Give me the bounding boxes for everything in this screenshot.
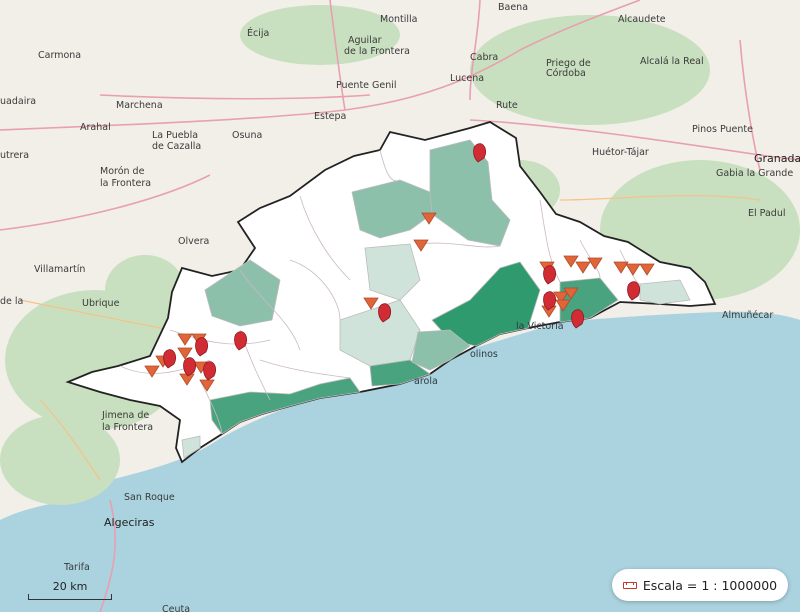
place-label: Alcalá la Real	[640, 56, 704, 67]
place-label: Olvera	[178, 236, 209, 247]
place-label: Osuna	[232, 130, 262, 141]
place-label: de la	[0, 296, 23, 307]
place-label: El Padul	[748, 208, 785, 219]
place-label: Carmona	[38, 50, 81, 61]
place-label: Pinos Puente	[692, 124, 753, 135]
place-label: Lucena	[450, 73, 484, 84]
scale-bar-line	[28, 594, 112, 600]
place-label: Rute	[496, 100, 518, 111]
scale-bar: 20 km	[28, 580, 112, 602]
place-label: San Roque	[124, 492, 175, 503]
place-label: Aguilar	[348, 35, 382, 46]
place-label: Almuñécar	[722, 310, 773, 321]
place-label: Morón de	[100, 166, 145, 177]
place-label: Villamartín	[34, 264, 85, 275]
place-label: Huétor-Tájar	[592, 147, 649, 158]
place-label: Montilla	[380, 14, 418, 25]
place-label: arola	[414, 376, 438, 387]
place-label: Jimena de	[101, 410, 149, 421]
place-label: Ceuta	[162, 604, 190, 612]
place-label: Tarifa	[63, 562, 90, 573]
place-label: la Frontera	[102, 422, 153, 433]
place-label: de la Frontera	[344, 46, 410, 57]
place-label: olinos	[470, 349, 498, 360]
place-label: Baena	[498, 2, 528, 13]
place-label: Ubrique	[82, 298, 120, 309]
place-label: Alcaudete	[618, 14, 666, 25]
scale-legend: Escala = 1 : 1000000	[612, 569, 788, 601]
place-label: Gabia la Grande	[716, 168, 793, 179]
place-label: uadaira	[0, 96, 36, 107]
ruler-icon	[622, 581, 637, 589]
place-label: de Cazalla	[152, 141, 201, 152]
place-label: Estepa	[314, 111, 346, 122]
place-label: La Puebla	[152, 130, 198, 141]
place-label: utrera	[0, 150, 29, 161]
place-label: Cabra	[470, 52, 498, 63]
place-label: Écija	[247, 27, 269, 39]
place-label: Granada	[754, 152, 800, 165]
place-label: Arahal	[80, 122, 111, 133]
scale-bar-label: 20 km	[52, 580, 88, 593]
place-label: la Victoria	[516, 321, 564, 332]
map-canvas[interactable]: Baena Alcaudete Montilla Aguilar de la F…	[0, 0, 800, 612]
place-label: Algeciras	[104, 516, 155, 529]
place-label: Puente Genil	[336, 80, 397, 91]
place-label: Marchena	[116, 100, 163, 111]
place-label: la Frontera	[100, 178, 151, 189]
scale-ratio-text: Escala = 1 : 1000000	[642, 577, 778, 593]
place-label: Córdoba	[546, 68, 586, 79]
map-svg: Baena Alcaudete Montilla Aguilar de la F…	[0, 0, 800, 612]
